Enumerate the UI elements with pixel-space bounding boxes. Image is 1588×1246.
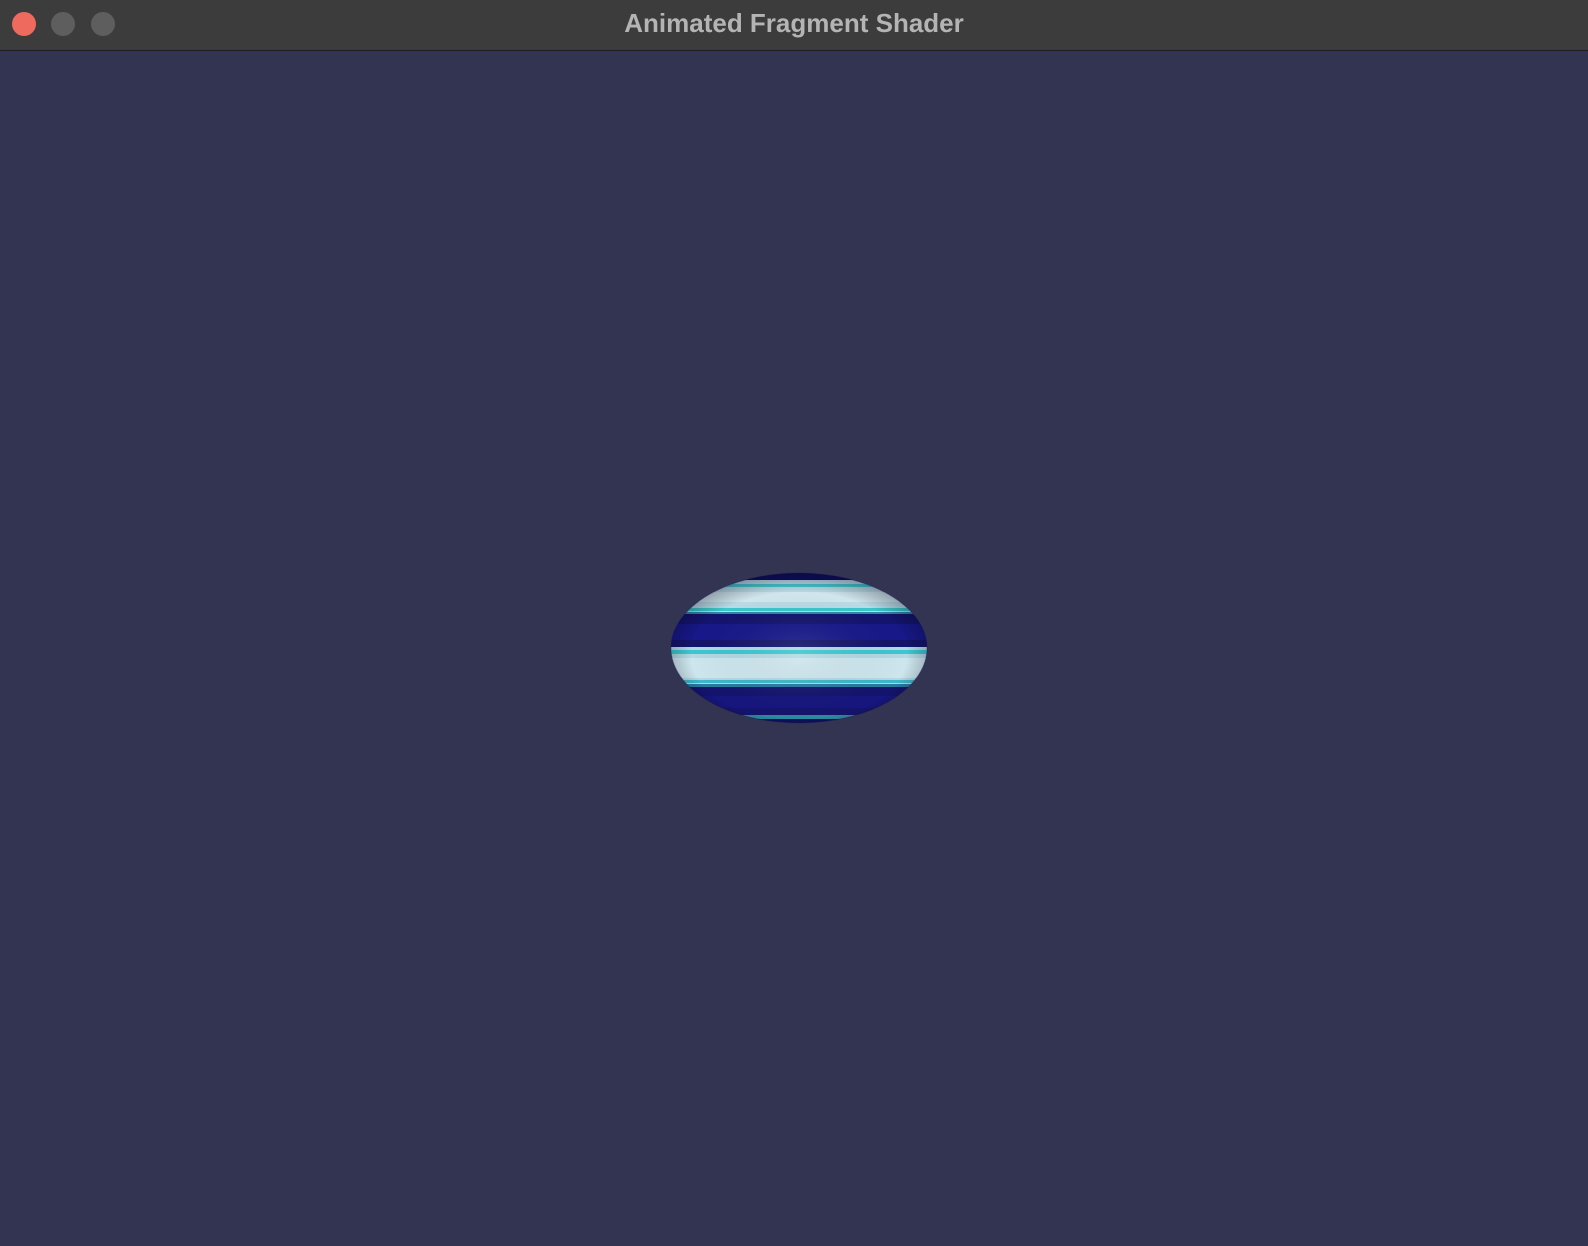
render-viewport [0,52,1588,1246]
shaded-ellipsoid [670,572,928,724]
app-window: Animated Fragment Shader [0,0,1588,1246]
window-title: Animated Fragment Shader [624,8,964,38]
title-bar[interactable]: Animated Fragment Shader [0,0,1588,51]
